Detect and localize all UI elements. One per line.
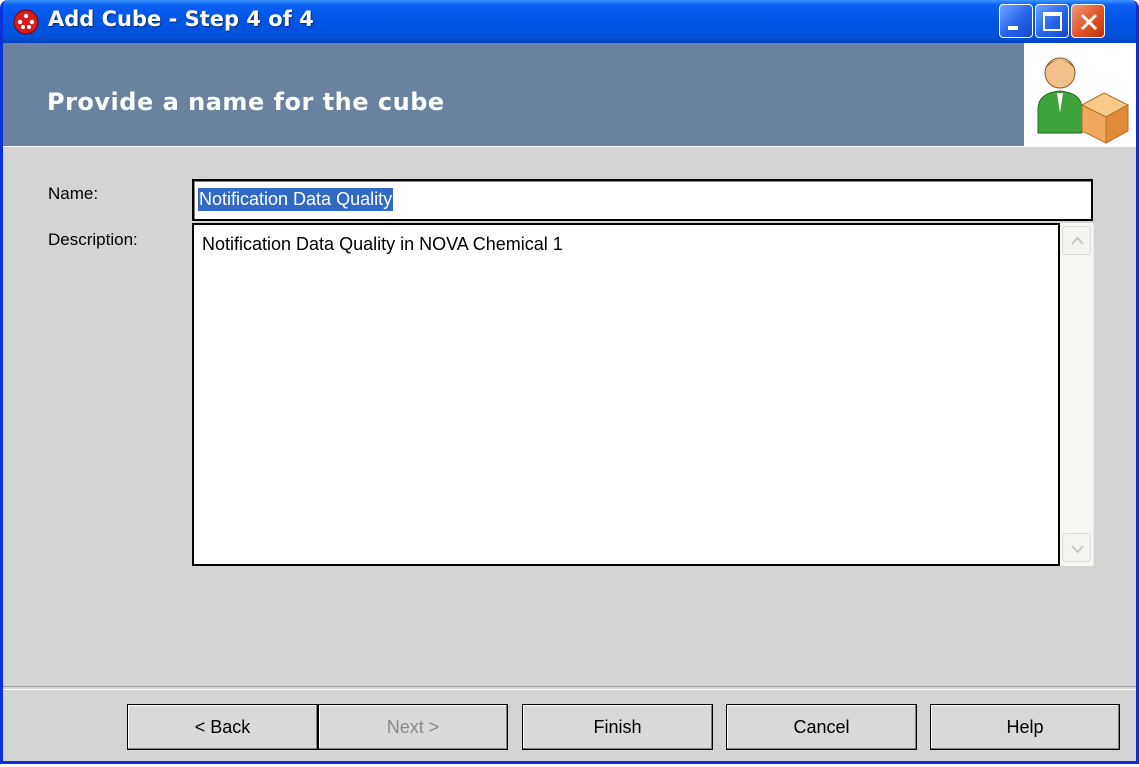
description-field-value: Notification Data Quality in NOVA Chemic… bbox=[202, 234, 563, 254]
maximize-icon bbox=[1043, 12, 1062, 31]
add-cube-dialog: Add Cube - Step 4 of 4 Provide a name fo… bbox=[0, 0, 1139, 764]
finish-button[interactable]: Finish bbox=[522, 704, 713, 750]
scroll-up-button[interactable] bbox=[1062, 226, 1091, 255]
minimize-icon bbox=[1008, 26, 1018, 30]
page-title: Provide a name for the cube bbox=[47, 88, 445, 116]
name-field-value: Notification Data Quality bbox=[198, 188, 394, 211]
window-title: Add Cube - Step 4 of 4 bbox=[48, 7, 314, 31]
wizard-header: Provide a name for the cube bbox=[3, 43, 1136, 147]
app-icon bbox=[13, 9, 39, 35]
description-field[interactable]: Notification Data Quality in NOVA Chemic… bbox=[192, 223, 1060, 566]
description-label: Description: bbox=[48, 230, 138, 249]
minimize-button[interactable] bbox=[999, 4, 1033, 38]
description-scrollbar[interactable] bbox=[1060, 223, 1094, 566]
maximize-button[interactable] bbox=[1035, 4, 1069, 38]
chevron-up-icon bbox=[1071, 236, 1084, 245]
user-cube-icon bbox=[1024, 43, 1136, 146]
close-icon bbox=[1080, 13, 1098, 31]
chevron-down-icon bbox=[1071, 545, 1084, 554]
footer-divider bbox=[3, 686, 1136, 690]
name-label: Name: bbox=[48, 184, 99, 203]
title-bar[interactable]: Add Cube - Step 4 of 4 bbox=[3, 0, 1136, 43]
close-button[interactable] bbox=[1071, 4, 1105, 38]
help-button[interactable]: Help bbox=[930, 704, 1120, 750]
cancel-button[interactable]: Cancel bbox=[726, 704, 917, 750]
back-button[interactable]: < Back bbox=[127, 704, 318, 750]
scroll-down-button[interactable] bbox=[1062, 533, 1091, 562]
next-button[interactable]: Next > bbox=[318, 704, 508, 750]
name-field[interactable]: Notification Data Quality bbox=[192, 179, 1093, 221]
